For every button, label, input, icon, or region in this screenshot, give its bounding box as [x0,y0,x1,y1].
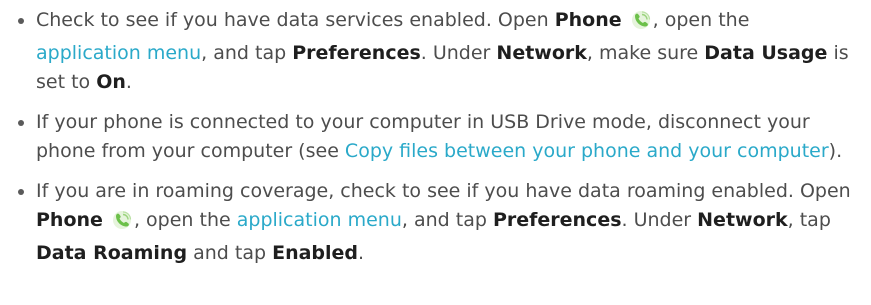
text-segment: . [358,242,365,264]
network-label: Network [697,209,788,231]
data-roaming-label: Data Roaming [36,242,188,264]
help-page: Check to see if you have data services e… [0,0,871,305]
application-menu-link[interactable]: application menu [237,209,402,231]
text-segment: and tap [187,242,273,264]
bullet-icon [18,189,24,195]
phone-label: Phone [36,209,103,231]
text-segment: , tap [787,209,831,231]
network-label: Network [496,42,587,64]
on-label: On [96,71,126,93]
bullet-icon [18,120,24,126]
data-usage-label: Data Usage [704,42,828,64]
phone-icon [630,10,652,39]
copy-files-link[interactable]: Copy files between your phone and your c… [345,140,829,162]
text-segment: If you are in roaming coverage, check to… [36,180,851,202]
text-segment: Check to see if you have data services e… [36,9,555,31]
preferences-label: Preferences [292,42,421,64]
list-item: If you are in roaming coverage, check to… [0,177,871,268]
text-segment: , and tap [401,209,493,231]
text-segment: , open the [652,9,750,31]
text-segment: . Under [420,42,497,64]
enabled-label: Enabled [272,242,359,264]
text-segment: ). [828,140,843,162]
list-item: Check to see if you have data services e… [0,6,871,97]
text-segment: . Under [621,209,698,231]
phone-icon [111,210,133,239]
text-segment: , and tap [201,42,293,64]
bullet-icon [18,18,24,24]
preferences-label: Preferences [492,209,622,231]
application-menu-link[interactable]: application menu [36,42,201,64]
troubleshooting-list: Check to see if you have data services e… [0,6,871,268]
text-segment: , make sure [586,42,705,64]
list-item: If your phone is connected to your compu… [0,108,871,166]
text-segment: . [125,71,132,93]
text-segment: , open the [133,209,237,231]
phone-label: Phone [554,9,622,31]
